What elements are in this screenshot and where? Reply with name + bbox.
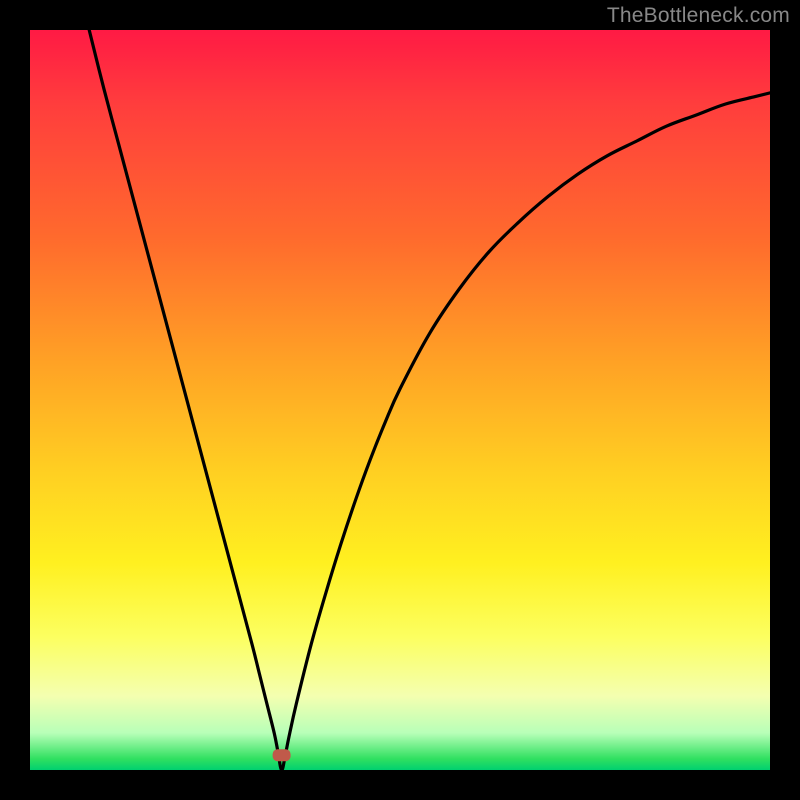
- optimum-marker: [273, 749, 291, 761]
- watermark-text: TheBottleneck.com: [607, 4, 790, 28]
- curve-svg: [30, 30, 770, 770]
- chart-frame: TheBottleneck.com: [0, 0, 800, 800]
- bottleneck-curve: [89, 30, 770, 770]
- plot-area: [30, 30, 770, 770]
